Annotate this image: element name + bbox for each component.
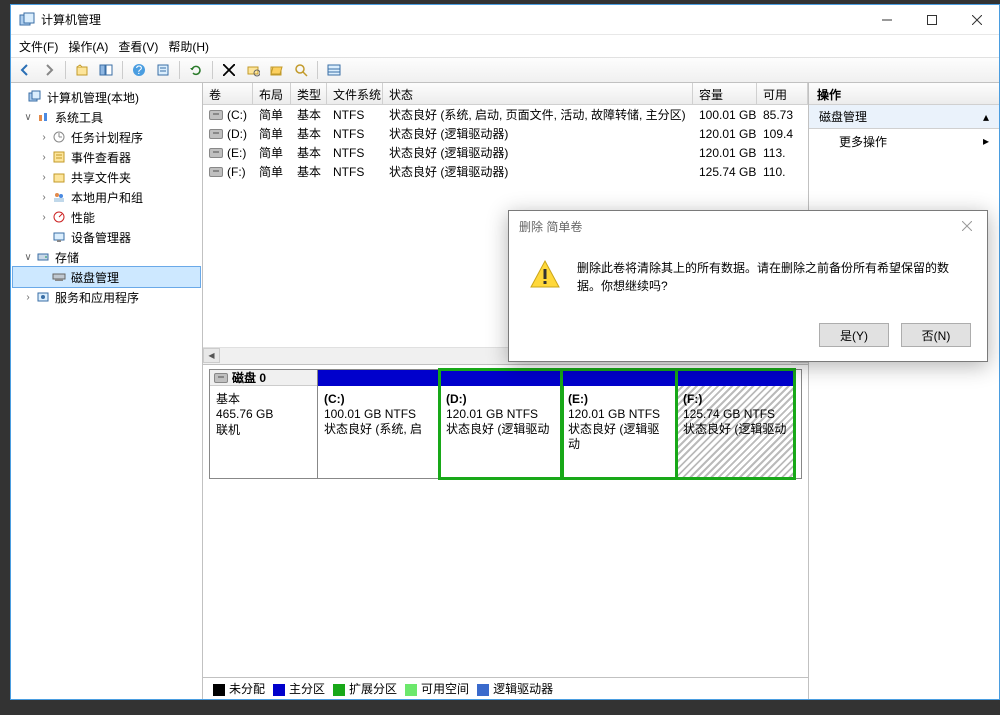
tree-disk-management[interactable]: 磁盘管理 bbox=[13, 267, 200, 287]
show-hide-icon[interactable] bbox=[96, 60, 116, 80]
toolbar: ? bbox=[11, 57, 999, 83]
svg-text:?: ? bbox=[136, 63, 143, 77]
partition-d[interactable]: (D:) 120.01 GB NTFS 状态良好 (逻辑驱动 bbox=[440, 370, 562, 478]
disk-icon bbox=[214, 373, 228, 383]
menu-view[interactable]: 查看(V) bbox=[118, 38, 158, 55]
menu-file[interactable]: 文件(F) bbox=[19, 38, 58, 55]
properties-icon[interactable] bbox=[153, 60, 173, 80]
dialog-title: 删除 简单卷 bbox=[519, 218, 582, 235]
chevron-right-icon: ▸ bbox=[983, 134, 989, 148]
refresh-icon[interactable] bbox=[186, 60, 206, 80]
col-capacity[interactable]: 容量 bbox=[693, 83, 757, 104]
scroll-left-icon[interactable]: ◀ bbox=[203, 348, 220, 363]
legend: 未分配 主分区 扩展分区 可用空间 逻辑驱动器 bbox=[203, 677, 808, 699]
tree-storage[interactable]: ∨存储 bbox=[13, 247, 200, 267]
minimize-button[interactable] bbox=[864, 5, 909, 35]
dialog-close-button[interactable] bbox=[957, 216, 977, 236]
list-view-icon[interactable] bbox=[324, 60, 344, 80]
delete-icon[interactable] bbox=[219, 60, 239, 80]
open-icon[interactable] bbox=[267, 60, 287, 80]
search-icon[interactable] bbox=[291, 60, 311, 80]
up-icon[interactable] bbox=[72, 60, 92, 80]
partition-c[interactable]: (C:) 100.01 GB NTFS 状态良好 (系统, 启 bbox=[318, 370, 440, 478]
delete-volume-dialog: 删除 简单卷 删除此卷将清除其上的所有数据。请在删除之前备份所有希望保留的数据。… bbox=[508, 210, 988, 362]
help-icon[interactable]: ? bbox=[129, 60, 149, 80]
table-row[interactable]: (E:)简单基本NTFS状态良好 (逻辑驱动器)120.01 GB113. bbox=[203, 143, 808, 162]
app-icon bbox=[19, 12, 35, 28]
col-free[interactable]: 可用 bbox=[757, 83, 808, 104]
close-button[interactable] bbox=[954, 5, 999, 35]
actions-group-diskmgmt[interactable]: 磁盘管理 ▴ bbox=[809, 105, 999, 129]
col-filesystem[interactable]: 文件系统 bbox=[327, 83, 383, 104]
menu-help[interactable]: 帮助(H) bbox=[168, 38, 209, 55]
volume-table-header: 卷 布局 类型 文件系统 状态 容量 可用 bbox=[203, 83, 808, 105]
actions-pane: 操作 磁盘管理 ▴ 更多操作 ▸ bbox=[809, 83, 999, 699]
tree-pane: 计算机管理(本地) ∨系统工具 ›任务计划程序 ›事件查看器 ›共享文件夹 ›本… bbox=[11, 83, 203, 699]
titlebar: 计算机管理 bbox=[11, 5, 999, 35]
table-row[interactable]: (D:)简单基本NTFS状态良好 (逻辑驱动器)120.01 GB109.4 bbox=[203, 124, 808, 143]
table-row[interactable]: (F:)简单基本NTFS状态良好 (逻辑驱动器)125.74 GB110. bbox=[203, 162, 808, 181]
partition-f[interactable]: (F:) 125.74 GB NTFS 状态良好 (逻辑驱动 bbox=[677, 370, 794, 478]
disk-graphical-pane: 磁盘 0 基本 465.76 GB 联机 (C:) 100.01 GB NTFS… bbox=[203, 365, 808, 699]
actions-more[interactable]: 更多操作 ▸ bbox=[809, 129, 999, 153]
tree-services-apps[interactable]: ›服务和应用程序 bbox=[13, 287, 200, 307]
disk-0-info[interactable]: 磁盘 0 基本 465.76 GB 联机 bbox=[210, 370, 318, 478]
tree-root[interactable]: 计算机管理(本地) bbox=[13, 87, 200, 107]
no-button[interactable]: 否(N) bbox=[901, 323, 971, 347]
tree-shared-folders[interactable]: ›共享文件夹 bbox=[13, 167, 200, 187]
col-status[interactable]: 状态 bbox=[383, 83, 693, 104]
maximize-button[interactable] bbox=[909, 5, 954, 35]
forward-icon[interactable] bbox=[39, 60, 59, 80]
tree-system-tools[interactable]: ∨系统工具 bbox=[13, 107, 200, 127]
window-title: 计算机管理 bbox=[41, 11, 864, 28]
col-type[interactable]: 类型 bbox=[291, 83, 327, 104]
tree-task-scheduler[interactable]: ›任务计划程序 bbox=[13, 127, 200, 147]
menubar: 文件(F) 操作(A) 查看(V) 帮助(H) bbox=[11, 35, 999, 57]
tree-device-manager[interactable]: 设备管理器 bbox=[13, 227, 200, 247]
settings-icon[interactable] bbox=[243, 60, 263, 80]
col-volume[interactable]: 卷 bbox=[203, 83, 253, 104]
table-row[interactable]: (C:)简单基本NTFS状态良好 (系统, 启动, 页面文件, 活动, 故障转储… bbox=[203, 105, 808, 124]
collapse-icon: ▴ bbox=[983, 110, 989, 124]
menu-action[interactable]: 操作(A) bbox=[68, 38, 108, 55]
col-layout[interactable]: 布局 bbox=[253, 83, 291, 104]
tree-event-viewer[interactable]: ›事件查看器 bbox=[13, 147, 200, 167]
main-pane: 卷 布局 类型 文件系统 状态 容量 可用 (C:)简单基本NTFS状态良好 (… bbox=[203, 83, 809, 699]
dialog-message: 删除此卷将清除其上的所有数据。请在删除之前备份所有希望保留的数据。你想继续吗? bbox=[577, 259, 967, 295]
partition-e[interactable]: (E:) 120.01 GB NTFS 状态良好 (逻辑驱动 bbox=[562, 370, 677, 478]
actions-title: 操作 bbox=[809, 83, 999, 105]
yes-button[interactable]: 是(Y) bbox=[819, 323, 889, 347]
warning-icon bbox=[529, 259, 561, 291]
tree-local-users[interactable]: ›本地用户和组 bbox=[13, 187, 200, 207]
back-icon[interactable] bbox=[15, 60, 35, 80]
tree-performance[interactable]: ›性能 bbox=[13, 207, 200, 227]
disk-0-row: 磁盘 0 基本 465.76 GB 联机 (C:) 100.01 GB NTFS… bbox=[209, 369, 802, 479]
